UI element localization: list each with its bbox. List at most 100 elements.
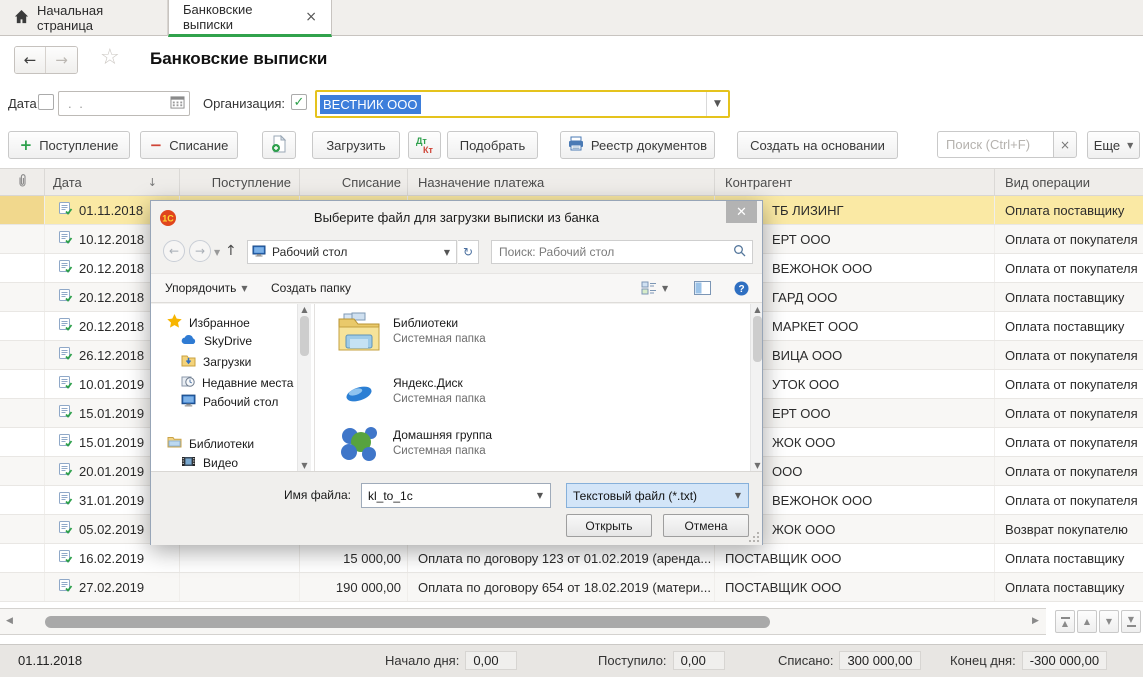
cell-operation[interactable]: Оплата от покупателя	[995, 428, 1143, 456]
dialog-back-icon[interactable]: ←	[163, 240, 185, 262]
filename-input[interactable]	[362, 489, 530, 503]
receipt-button[interactable]: +Поступление	[8, 131, 130, 159]
favorite-star-icon[interactable]: ☆	[100, 45, 120, 70]
filename-dropdown-icon[interactable]: ▼	[530, 491, 550, 500]
cell-operation[interactable]: Оплата от покупателя	[995, 254, 1143, 282]
scroll-right-icon[interactable]: ▶	[1032, 616, 1039, 626]
cell-contractor[interactable]: ПОСТАВЩИК ООО	[715, 573, 995, 601]
dialog-sidebar-item-video-film[interactable]: Видео	[181, 456, 238, 470]
purpose-column-header[interactable]: Назначение платежа	[408, 169, 715, 195]
help-icon[interactable]: ?	[734, 281, 749, 296]
view-options-icon[interactable]: ▼	[641, 281, 668, 295]
cell-purpose[interactable]: Оплата по договору 123 от 01.02.2019 (ар…	[408, 544, 715, 572]
cell-operation[interactable]: Возврат покупателю	[995, 515, 1143, 543]
file-list-item[interactable]: Домашняя группаСистемная папка	[315, 420, 749, 471]
scrollbar-thumb[interactable]	[45, 616, 770, 628]
cell-writeoff[interactable]: 190 000,00	[300, 573, 408, 601]
operation-column-header[interactable]: Вид операции	[995, 169, 1143, 195]
dialog-sidebar-item-recent-places[interactable]: Недавние места	[181, 374, 293, 391]
go-prev-row-button[interactable]: ▲	[1077, 610, 1097, 633]
date-column-header[interactable]: Дата↓	[45, 169, 180, 195]
tab-close-icon[interactable]: ×	[305, 10, 317, 24]
go-first-row-button[interactable]: ▲	[1055, 610, 1075, 633]
cell-attachment[interactable]	[0, 573, 45, 601]
search-input[interactable]	[938, 132, 1053, 157]
cell-operation[interactable]: Оплата поставщику	[995, 544, 1143, 572]
cell-attachment[interactable]	[0, 254, 45, 282]
dialog-sidebar-item-desktop-monitor[interactable]: Рабочий стол	[181, 394, 278, 410]
cell-receipt[interactable]	[180, 573, 300, 601]
cell-attachment[interactable]	[0, 486, 45, 514]
file-list-item[interactable]: Яндекс.ДискСистемная папка	[315, 368, 749, 424]
cell-attachment[interactable]	[0, 399, 45, 427]
organize-button[interactable]: Упорядочить▼	[165, 281, 248, 295]
cell-operation[interactable]: Оплата поставщику	[995, 196, 1143, 224]
create-based-button[interactable]: Создать на основании	[737, 131, 898, 159]
cell-attachment[interactable]	[0, 283, 45, 311]
cell-attachment[interactable]	[0, 341, 45, 369]
dialog-sidebar-item-libraries-folder[interactable]: Библиотеки	[167, 436, 254, 451]
cell-attachment[interactable]	[0, 370, 45, 398]
pick-button[interactable]: Подобрать	[447, 131, 538, 159]
file-list-scrollbar[interactable]: ▲▼	[750, 304, 762, 471]
resize-grip[interactable]	[749, 532, 759, 542]
calendar-icon[interactable]	[165, 95, 189, 112]
cell-attachment[interactable]	[0, 515, 45, 543]
open-button[interactable]: Открыть	[566, 514, 652, 537]
dialog-search-input[interactable]	[492, 245, 733, 259]
sidebar-scrollbar[interactable]: ▲▼	[297, 304, 311, 471]
cell-operation[interactable]: Оплата от покупателя	[995, 225, 1143, 253]
org-filter-checkbox[interactable]: ✓	[291, 94, 307, 110]
more-button[interactable]: Еще▼	[1087, 131, 1140, 159]
table-row[interactable]: 16.02.2019 15 000,00Оплата по договору 12…	[0, 544, 1143, 573]
preview-pane-icon[interactable]	[694, 281, 711, 295]
search-clear-icon[interactable]: ×	[1053, 131, 1077, 158]
address-box[interactable]: Рабочий стол ▼	[247, 240, 457, 264]
cell-contractor[interactable]: ПОСТАВЩИК ООО	[715, 544, 995, 572]
org-filter-input[interactable]: ВЕСТНИК ООО ▼	[315, 90, 730, 118]
contractor-column-header[interactable]: Контрагент	[715, 169, 995, 195]
attachment-column-header[interactable]	[0, 169, 45, 195]
date-filter-input[interactable]: . .	[58, 91, 190, 116]
go-last-row-button[interactable]: ▼	[1121, 610, 1141, 633]
cell-attachment[interactable]	[0, 428, 45, 456]
table-row[interactable]: 27.02.2019 190 000,00Оплата по договору 6…	[0, 573, 1143, 602]
org-dropdown-icon[interactable]: ▼	[706, 92, 728, 116]
cell-operation[interactable]: Оплата от покупателя	[995, 486, 1143, 514]
load-button[interactable]: Загрузить	[312, 131, 400, 159]
dialog-forward-icon[interactable]: →	[189, 240, 211, 262]
magnifier-icon[interactable]	[733, 244, 752, 260]
registry-button[interactable]: Реестр документов	[560, 131, 715, 159]
refresh-icon[interactable]: ↻	[458, 240, 479, 264]
cancel-button[interactable]: Отмена	[663, 514, 749, 537]
cell-operation[interactable]: Оплата от покупателя	[995, 457, 1143, 485]
tab-bank-statements[interactable]: Банковские выписки ×	[168, 0, 332, 37]
writeoff-button[interactable]: −Списание	[140, 131, 238, 159]
writeoff-column-header[interactable]: Списание	[300, 169, 408, 195]
cell-attachment[interactable]	[0, 225, 45, 253]
receipt-column-header[interactable]: Поступление	[180, 169, 300, 195]
cell-attachment[interactable]	[0, 196, 45, 224]
cell-purpose[interactable]: Оплата по договору 654 от 18.02.2019 (ма…	[408, 573, 715, 601]
cell-attachment[interactable]	[0, 457, 45, 485]
scroll-left-icon[interactable]: ◀	[6, 616, 13, 626]
dialog-sidebar-item-skydrive-cloud[interactable]: SkyDrive	[181, 334, 252, 348]
tab-home[interactable]: Начальная страница	[0, 0, 168, 36]
cell-operation[interactable]: Оплата поставщику	[995, 312, 1143, 340]
back-button[interactable]: ←	[15, 47, 46, 73]
cell-operation[interactable]: Оплата от покупателя	[995, 341, 1143, 369]
history-dropdown-icon[interactable]: ▼	[214, 248, 220, 257]
cell-writeoff[interactable]: 15 000,00	[300, 544, 408, 572]
new-folder-button[interactable]: Создать папку	[271, 281, 351, 295]
cell-operation[interactable]: Оплата от покупателя	[995, 370, 1143, 398]
dialog-title-bar[interactable]: 1С Выберите файл для загрузки выписки из…	[151, 201, 762, 235]
dialog-close-icon[interactable]: ✕	[726, 201, 757, 223]
date-filter-checkbox[interactable]	[38, 94, 54, 110]
dialog-sidebar-item-downloads-folder[interactable]: Загрузки	[181, 354, 251, 370]
cell-attachment[interactable]	[0, 544, 45, 572]
cell-date[interactable]: 27.02.2019	[45, 573, 180, 601]
dialog-sidebar-item-favorites-star[interactable]: Избранное	[167, 314, 250, 331]
cell-date[interactable]: 16.02.2019	[45, 544, 180, 572]
posting-dtkt-button[interactable]: ДтКт	[408, 131, 441, 159]
forward-button[interactable]: →	[46, 47, 77, 73]
